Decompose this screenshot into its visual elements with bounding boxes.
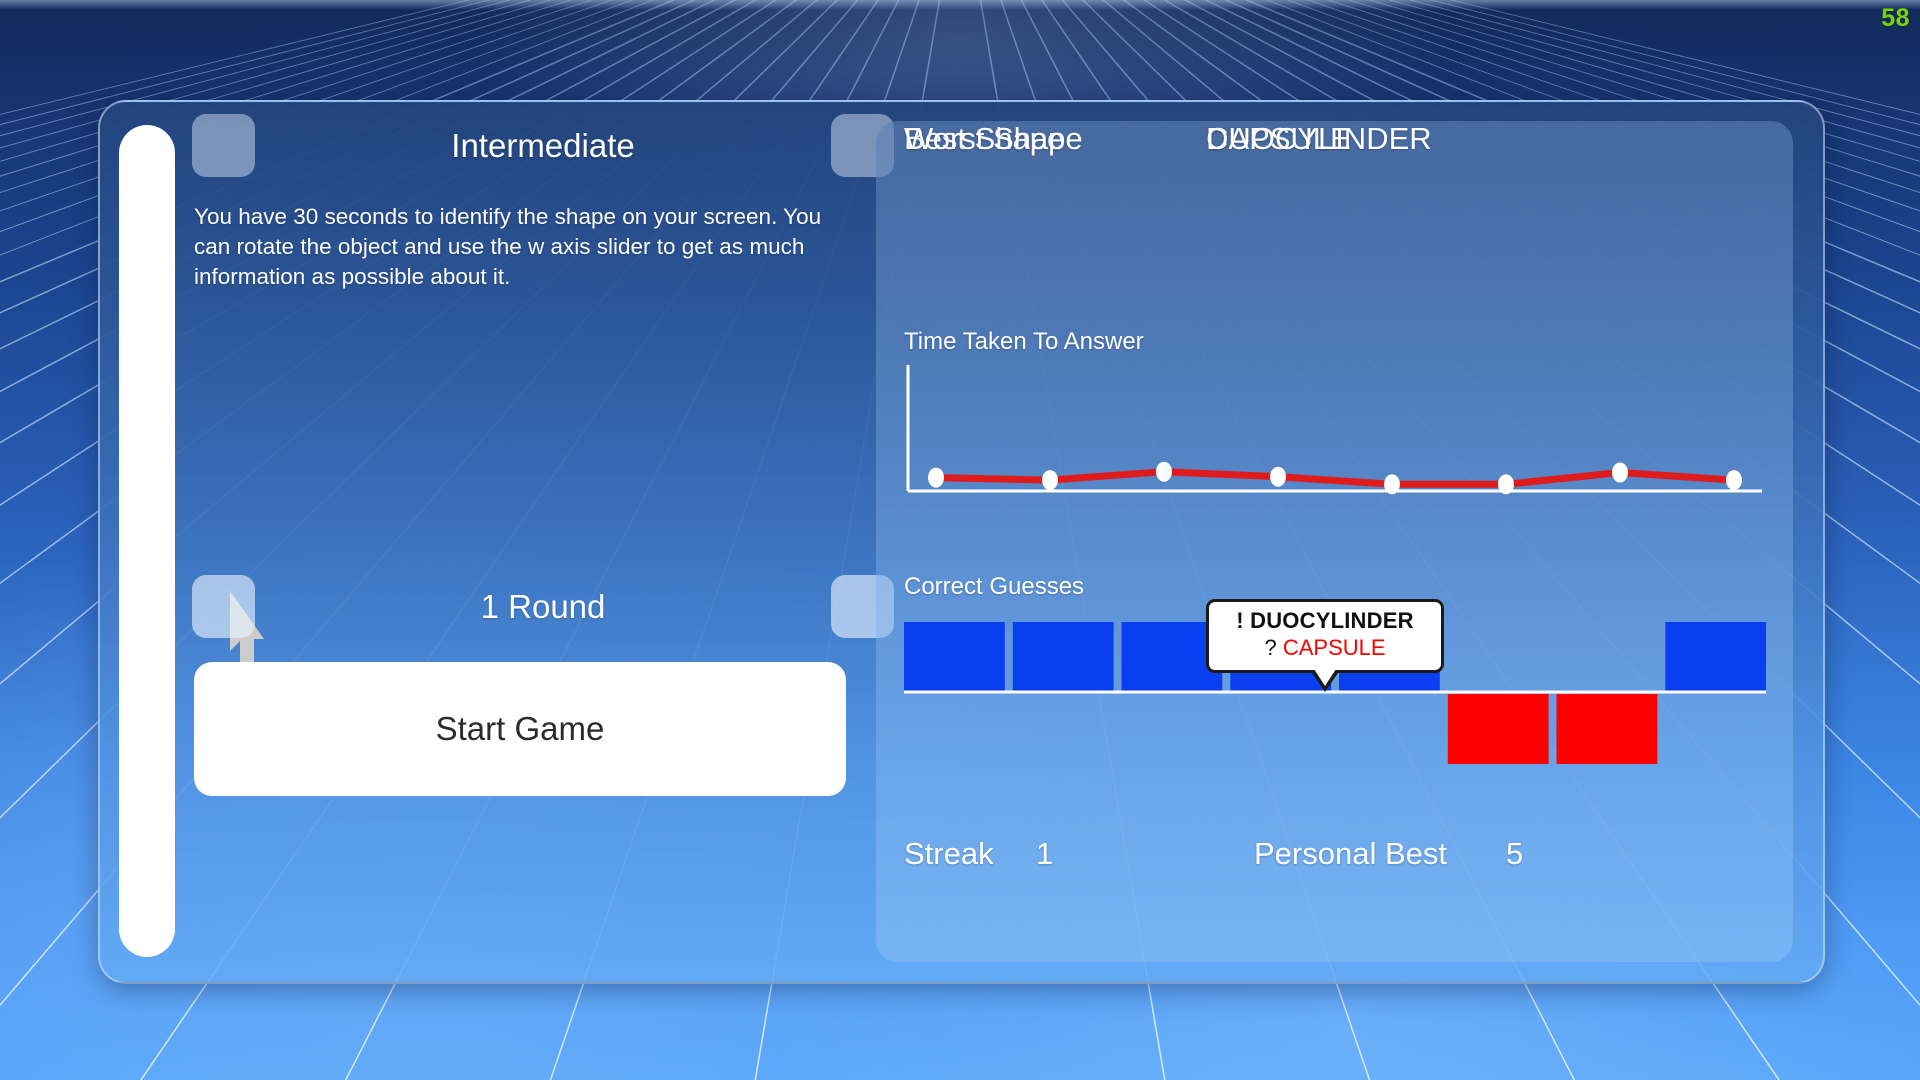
rounds-label: 1 Round [480, 587, 606, 625]
tooltip-actual-shape: ! DUOCYLINDER [1236, 608, 1414, 633]
rounds-selector: 1 Round [192, 575, 894, 638]
fps-counter: 58 [1881, 4, 1910, 32]
difficulty-label: Intermediate [451, 126, 635, 164]
worst-shape-value: DUOCYLINDER [1206, 121, 1432, 156]
guess-tooltip: ! DUOCYLINDER ? CAPSULE [1206, 599, 1444, 692]
tooltip-question-mark: ? [1264, 635, 1277, 660]
streak-label: Streak [904, 836, 994, 871]
time-chart-title: Time Taken To Answer [904, 328, 1144, 355]
time-taken-line-chart [906, 365, 1762, 495]
difficulty-selector: Intermediate [192, 114, 894, 177]
difficulty-prev-button[interactable] [192, 114, 255, 177]
difficulty-description: You have 30 seconds to identify the shap… [194, 204, 822, 289]
tooltip-tail-fill [1314, 669, 1336, 686]
settings-column: Intermediate You have 30 seconds to iden… [192, 102, 894, 982]
streak-value: 1 [1036, 836, 1054, 871]
tooltip-guessed-shape: CAPSULE [1282, 635, 1386, 660]
worst-shape-label: Worst Shape [904, 121, 1083, 156]
game-menu-screen: 58 Intermediate You have 30 seconds to i… [0, 0, 1920, 1080]
main-menu-panel: Intermediate You have 30 seconds to iden… [98, 100, 1825, 984]
personal-best-label: Personal Best [1254, 836, 1447, 871]
tooltip-guessed-shape-row: ? CAPSULE [1219, 635, 1431, 661]
personal-best-value: 5 [1506, 836, 1524, 871]
w-axis-slider[interactable] [119, 125, 175, 957]
correct-guesses-title: Correct Guesses [904, 573, 1085, 600]
start-game-button[interactable]: Start Game [194, 662, 846, 796]
statistics-card: Best Shape CAPSULE Worst Shape DUOCYLIND… [876, 121, 1793, 962]
rounds-prev-button[interactable] [192, 575, 255, 638]
